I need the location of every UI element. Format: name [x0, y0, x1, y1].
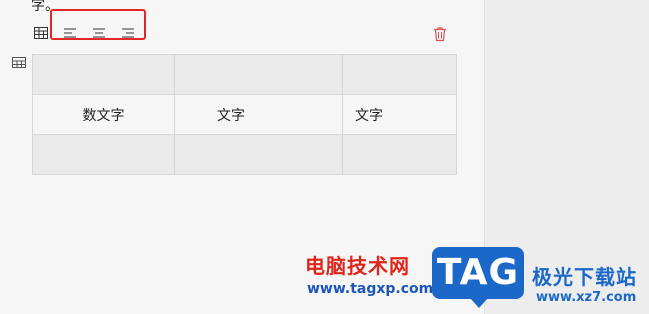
table-properties-icon[interactable] — [33, 25, 49, 41]
trash-icon[interactable] — [432, 26, 448, 42]
table-cell[interactable] — [342, 134, 457, 175]
table-cell[interactable] — [174, 134, 343, 175]
table-row — [32, 54, 457, 95]
watermark-site-url: www.xz7.com — [536, 290, 637, 305]
watermark-url: www.tagxp.com — [307, 281, 434, 297]
table-cell[interactable] — [174, 54, 343, 95]
document-panel: 字。 数文字 文字 文字 — [0, 0, 485, 314]
table-row — [32, 134, 457, 175]
watermark-brand: 电脑技术网 — [305, 254, 410, 278]
table-cell[interactable]: 数文字 — [32, 94, 175, 135]
table-cell[interactable]: 文字 — [174, 94, 343, 135]
table-row: 数文字 文字 文字 — [32, 94, 457, 135]
watermark-site-name: 极光下载站 — [532, 265, 637, 289]
table-cell[interactable] — [32, 134, 175, 175]
alignment-highlight-box — [50, 9, 146, 40]
table-handle-icon[interactable] — [12, 54, 26, 68]
table-cell[interactable]: 文字 — [342, 94, 457, 135]
watermark-tag-badge: TAG — [432, 247, 524, 308]
document-table: 数文字 文字 文字 — [32, 54, 457, 175]
table-cell[interactable] — [342, 54, 457, 95]
table-cell[interactable] — [32, 54, 175, 95]
